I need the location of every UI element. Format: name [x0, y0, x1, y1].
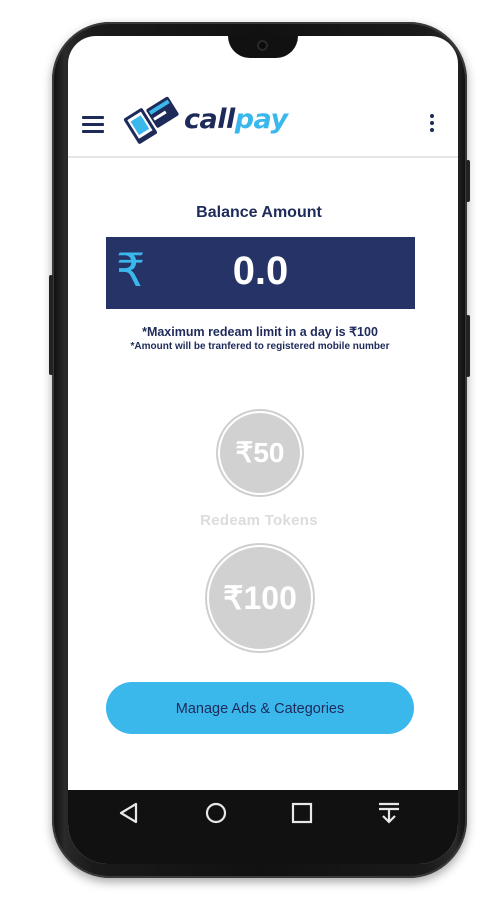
android-nav-bar	[68, 790, 458, 864]
side-button	[466, 315, 470, 377]
phone-screen: callpay Balance Amount ₹ 0.0 *Maximum re…	[68, 36, 458, 864]
recents-square-icon[interactable]	[289, 800, 315, 826]
redeem-50-token-button[interactable]: ₹50	[220, 413, 300, 493]
back-triangle-icon[interactable]	[116, 800, 142, 826]
volume-button	[49, 275, 53, 375]
home-circle-icon[interactable]	[203, 800, 229, 826]
manage-ads-categories-button[interactable]: Manage Ads & Categories	[106, 682, 414, 734]
brand-name: callpay	[184, 104, 288, 135]
redeem-limit-note: *Maximum redeam limit in a day is ₹100	[142, 325, 378, 339]
brand-name-part-call: call	[184, 104, 235, 135]
hamburger-menu-icon[interactable]	[82, 116, 104, 133]
front-camera	[257, 40, 268, 51]
app-bar: callpay	[68, 84, 458, 158]
transfer-note: *Amount will be tranfered to registered …	[130, 341, 390, 352]
pull-down-notifications-icon[interactable]	[376, 800, 402, 826]
power-button	[466, 160, 470, 202]
more-vertical-icon[interactable]	[428, 114, 436, 134]
callpay-logo-icon	[123, 96, 179, 144]
main-content: Balance Amount ₹ 0.0 *Maximum redeam lim…	[68, 158, 458, 790]
balance-title: Balance Amount	[196, 204, 322, 221]
redeem-tokens-label: Redeam Tokens	[200, 512, 318, 529]
notch	[228, 36, 298, 58]
balance-display: ₹ 0.0	[106, 237, 415, 309]
brand-name-part-pay: pay	[234, 104, 288, 135]
balance-value: 0.0	[232, 249, 289, 293]
redeem-100-token-button[interactable]: ₹100	[209, 547, 311, 649]
